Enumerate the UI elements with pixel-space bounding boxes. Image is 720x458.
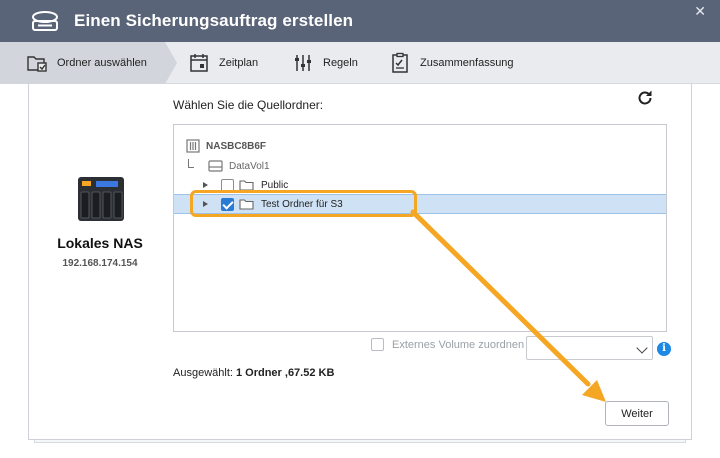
next-button[interactable]: Weiter [605, 401, 669, 426]
step-zusammenfassung[interactable]: Zusammenfassung [389, 42, 514, 84]
chevron-down-icon [636, 342, 648, 354]
selection-summary: Ausgewählt: 1 Ordner ,67.52 KB [173, 367, 334, 379]
step-zeitplan[interactable]: Zeitplan [188, 42, 258, 84]
selection-value: 1 Ordner ,67.52 KB [235, 367, 335, 379]
step-arrow [165, 42, 177, 84]
selection-prefix: Ausgewählt: [173, 367, 236, 379]
title-bar: Einen Sicherungsauftrag erstellen ✕ [0, 0, 720, 42]
folder-select-icon [27, 56, 47, 72]
sliders-icon [295, 55, 311, 71]
drive-icon [208, 160, 223, 172]
tree-volume-row[interactable]: DataVol1 [174, 156, 666, 176]
tree-collapse-icon[interactable] [188, 158, 194, 168]
step-label: Zeitplan [219, 57, 259, 69]
external-volume-row: Externes Volume zuordnen [371, 338, 524, 351]
external-volume-checkbox[interactable] [371, 338, 384, 351]
step-label: Zusammenfassung [420, 57, 514, 69]
nas-tree-icon [186, 139, 200, 153]
step-ordner-auswaehlen[interactable]: Ordner auswählen [0, 42, 165, 84]
nas-device-icon [78, 177, 124, 221]
close-icon[interactable]: ✕ [694, 4, 706, 18]
external-volume-select[interactable] [526, 336, 653, 360]
wizard-steps: Ordner auswählen Zeitplan Regeln Zusamme… [0, 42, 720, 84]
step-regeln[interactable]: Regeln [292, 42, 358, 84]
external-volume-label: Externes Volume zuordnen [392, 338, 525, 351]
source-folder-label: Wählen Sie die Quellordner: [173, 98, 324, 112]
folder-label: Public [261, 179, 289, 191]
step-label: Ordner auswählen [57, 57, 147, 69]
expand-icon[interactable] [203, 182, 208, 188]
tree-volume-label: DataVol1 [229, 160, 270, 172]
backup-app-icon [32, 11, 58, 31]
annotation-highlight [190, 190, 417, 217]
tree-root-row[interactable]: NASBC8B6F [174, 136, 666, 156]
info-icon[interactable]: i [657, 342, 671, 356]
clipboard-icon [392, 52, 408, 73]
window-title: Einen Sicherungsauftrag erstellen [74, 11, 354, 30]
source-device-name: Lokales NAS [57, 235, 143, 251]
source-device-ip: 192.168.174.154 [62, 258, 138, 269]
step-label: Regeln [323, 57, 358, 69]
folder-tree: NASBC8B6F DataVol1 Public Test Ordner fü… [173, 124, 667, 332]
refresh-icon[interactable] [636, 89, 654, 107]
calendar-icon [190, 54, 208, 72]
tree-root-label: NASBC8B6F [206, 140, 267, 152]
